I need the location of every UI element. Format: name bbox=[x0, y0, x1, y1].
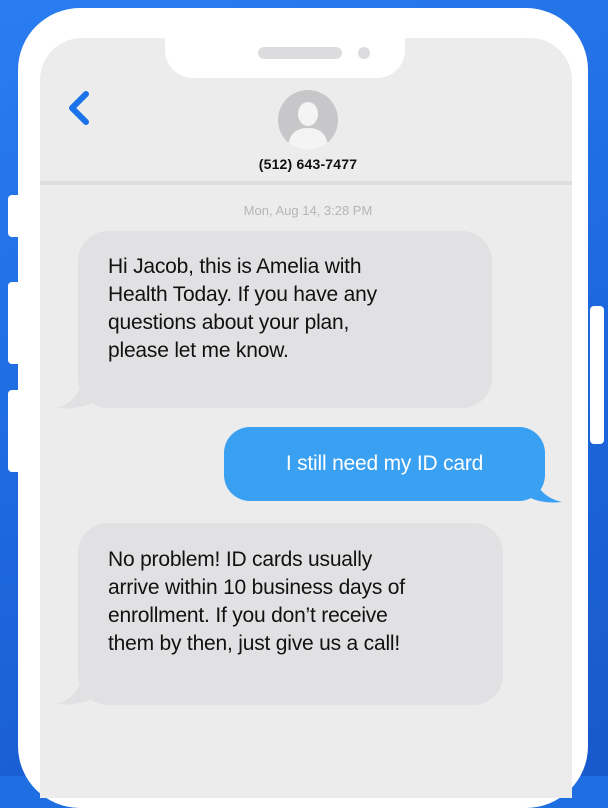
header-divider bbox=[40, 181, 572, 185]
contact-avatar[interactable] bbox=[278, 90, 338, 150]
message-timestamp: Mon, Aug 14, 3:28 PM bbox=[243, 203, 373, 218]
message-bubble-incoming[interactable]: No problem! ID cards usually arrive with… bbox=[78, 523, 503, 705]
chevron-left-icon bbox=[69, 91, 89, 125]
speaker-grille bbox=[258, 47, 342, 59]
message-bubble-outgoing[interactable]: I still need my ID card bbox=[224, 427, 545, 501]
front-camera bbox=[358, 47, 370, 59]
contact-number: (512) 643-7477 bbox=[258, 156, 358, 172]
back-button[interactable] bbox=[64, 90, 94, 126]
person-silhouette-icon bbox=[278, 90, 338, 150]
phone-power-button bbox=[590, 306, 604, 444]
message-bubble-incoming[interactable]: Hi Jacob, this is Amelia with Health Tod… bbox=[78, 231, 492, 408]
